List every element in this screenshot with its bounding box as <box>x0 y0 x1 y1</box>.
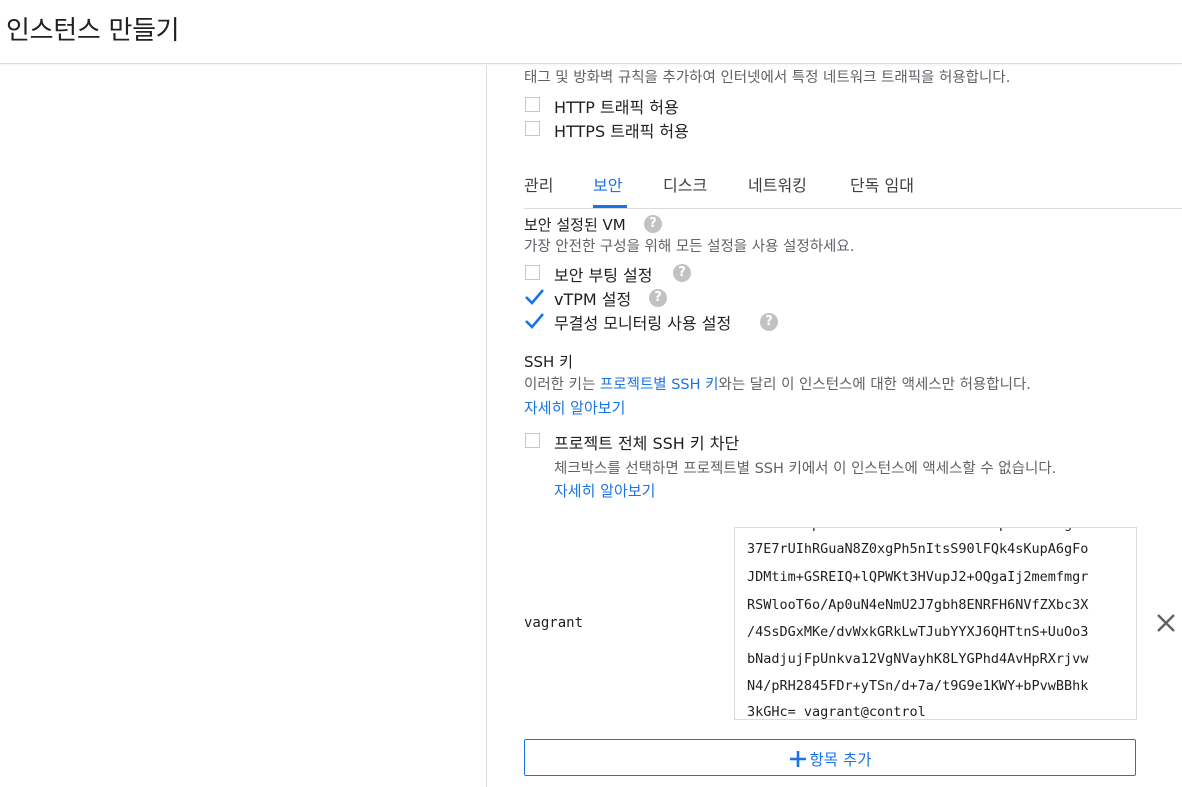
ssh-key-line: JDMtim+GSREIQ+lQPWKt3HVupJ2+OQgaIj2memfm… <box>747 569 1089 585</box>
integrity-monitoring-checkmark-icon[interactable] <box>523 311 545 331</box>
tab-divider <box>524 208 1182 209</box>
vtpm-label[interactable]: vTPM 설정 <box>554 286 631 310</box>
secure-boot-checkbox[interactable] <box>525 265 540 280</box>
ssh-key-line: 3kGHc= vagrant@control <box>747 704 926 720</box>
tab-networking[interactable]: 네트워킹 <box>748 172 807 196</box>
http-traffic-checkbox[interactable] <box>525 97 540 112</box>
left-panel <box>0 65 487 787</box>
ssh-key-line: /4SsDGxMKe/dvWxkGRkLwTJubYYXJ6QHTtnS+UuO… <box>747 624 1089 640</box>
ssh-key-line: bNadjujFpUnkva12VgNVayhK8LYGPhd4AvHpRXrj… <box>747 651 1089 667</box>
https-traffic-label[interactable]: HTTPS 트래픽 허용 <box>554 118 689 142</box>
page-header: 인스턴스 만들기 <box>0 0 1182 64</box>
tab-disks[interactable]: 디스크 <box>663 172 707 196</box>
plus-icon <box>789 751 806 767</box>
block-project-ssh-keys-label[interactable]: 프로젝트 전체 SSH 키 차단 <box>554 430 739 454</box>
help-circle-icon[interactable]: ? <box>760 313 778 331</box>
https-traffic-checkbox[interactable] <box>525 121 540 136</box>
ssh-key-line: RSWlooT6o/Ap0uN4eNmU2J7gbh8ENRFH6NVfZXbc… <box>747 597 1089 613</box>
ssh-key-textarea[interactable]: DxYvEHXapdFEhHD6FuBx6zGEhZFEBYdp6Yo6zmHg… <box>734 527 1137 720</box>
ssh-key-line: N4/pRH2845FDr+yTSn/d+7a/t9G9e1KWY+bPvwBB… <box>747 678 1089 694</box>
ssh-key-line: 37E7rUIhRGuaN8Z0xgPh5nItsS90lFQk4sKupA6g… <box>747 541 1089 557</box>
ssh-desc-prefix: 이러한 키는 <box>524 377 600 393</box>
http-traffic-label[interactable]: HTTP 트래픽 허용 <box>554 94 679 118</box>
integrity-monitoring-label[interactable]: 무결성 모니터링 사용 설정 <box>554 310 731 334</box>
help-circle-icon[interactable]: ? <box>673 264 691 282</box>
vtpm-checkmark-icon[interactable] <box>523 287 545 307</box>
help-circle-icon[interactable]: ? <box>649 289 667 307</box>
tab-management[interactable]: 관리 <box>524 172 553 196</box>
ssh-keys-description: 이러한 키는 프로젝트별 SSH 키와는 달리 이 인스턴스에 대한 액세스만 … <box>524 373 1031 394</box>
secure-boot-label[interactable]: 보안 부팅 설정 <box>554 262 653 286</box>
firewall-description: 태그 및 방화벽 규칙을 추가하여 인터넷에서 특정 네트워크 트래픽을 허용합… <box>524 70 1011 86</box>
project-ssh-keys-link[interactable]: 프로젝트별 SSH 키 <box>600 377 719 393</box>
add-item-button[interactable]: 항목 추가 <box>524 739 1136 776</box>
shielded-vm-description: 가장 안전한 구성을 위해 모든 설정을 사용 설정하세요. <box>524 239 855 255</box>
help-circle-icon[interactable]: ? <box>644 215 662 233</box>
block-ssh-learn-more-link[interactable]: 자세히 알아보기 <box>554 480 655 501</box>
close-icon[interactable] <box>1155 612 1177 634</box>
tab-security[interactable]: 보안 <box>593 172 622 196</box>
add-item-label: 항목 추가 <box>809 751 872 769</box>
ssh-desc-suffix: 와는 달리 이 인스턴스에 대한 액세스만 허용합니다. <box>718 377 1031 393</box>
ssh-keys-title: SSH 키 <box>524 353 573 371</box>
block-ssh-description: 체크박스를 선택하면 프로젝트별 SSH 키에서 이 인스턴스에 액세스할 수 … <box>554 461 1057 477</box>
tab-sole-tenancy[interactable]: 단독 임대 <box>850 172 914 196</box>
block-project-ssh-keys-checkbox[interactable] <box>525 433 540 448</box>
ssh-learn-more-link[interactable]: 자세히 알아보기 <box>524 397 625 418</box>
shielded-vm-title: 보안 설정된 VM <box>524 216 626 234</box>
ssh-key-line-clipped: DxYvEHXapdFEhHD6FuBx6zGEhZFEBYdp6Yo6zmHg… <box>747 528 1088 532</box>
ssh-key-username: vagrant <box>524 615 584 631</box>
page-title: 인스턴스 만들기 <box>6 16 180 46</box>
